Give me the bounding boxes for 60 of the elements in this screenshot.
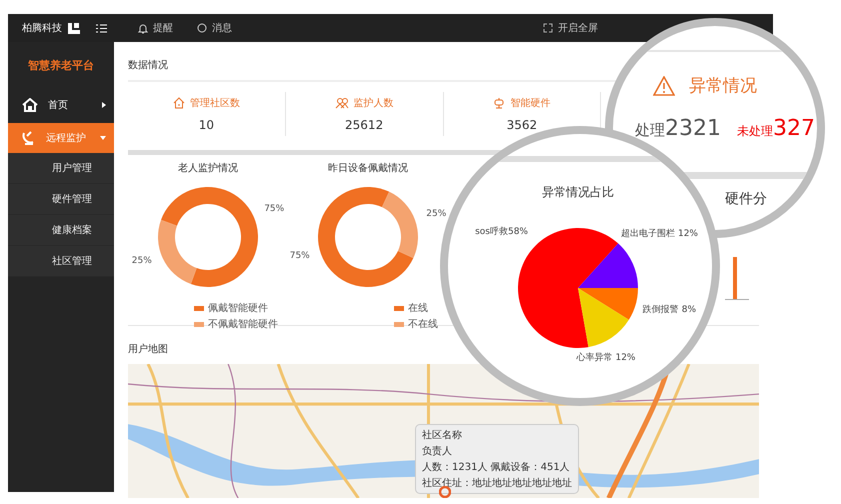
community-name: 社区名称 xyxy=(422,428,463,442)
legend-swatch xyxy=(394,306,404,310)
logo-icon xyxy=(68,22,80,34)
percent-label: 25% xyxy=(426,208,446,219)
sidebar-item[interactable]: 首页 xyxy=(8,87,114,123)
percent-label: 25% xyxy=(132,256,152,266)
stat-label: 智能硬件 xyxy=(510,96,550,110)
legend-swatch xyxy=(394,322,404,326)
menu-icon[interactable] xyxy=(96,24,107,32)
bar-chart-drawing xyxy=(725,255,749,301)
section-title: 数据情况 xyxy=(128,58,168,73)
pending-value: 327 xyxy=(773,116,815,141)
circle-icon xyxy=(197,23,207,33)
chart-title: 老人监护情况 xyxy=(178,162,238,175)
section-title: 用户地图 xyxy=(128,342,168,357)
stat-label: 监护人数 xyxy=(354,96,394,110)
legend-swatch xyxy=(194,322,204,326)
bell-icon xyxy=(138,22,148,34)
people-icon xyxy=(334,97,349,109)
satellite-dish-icon xyxy=(22,131,36,145)
fullscreen-icon xyxy=(543,23,553,33)
percent-label: 75% xyxy=(290,251,310,262)
processed-label: 处理 xyxy=(635,121,665,139)
submenu-item[interactable]: 硬件管理 xyxy=(8,184,114,215)
slice-label: 心率异常 12% xyxy=(576,353,636,363)
alert-title: 异常情况 xyxy=(689,75,757,97)
topbar-link[interactable]: 消息 xyxy=(212,21,232,35)
map-pin-icon[interactable] xyxy=(439,486,451,498)
logo-text: 柏腾科技 xyxy=(22,22,62,35)
legend-label: 不在线 xyxy=(408,318,438,331)
caret-right-icon xyxy=(102,102,106,108)
stat-value: 3562 xyxy=(506,118,538,132)
legend-swatch xyxy=(194,306,204,310)
slice-label: sos呼救58% xyxy=(475,227,528,237)
caret-down-icon xyxy=(100,136,106,140)
chart-title: 昨日设备佩戴情况 xyxy=(328,162,408,175)
chart-title: 硬件分 xyxy=(725,190,767,208)
legend-label: 佩戴智能硬件 xyxy=(208,302,268,315)
house-icon xyxy=(172,97,185,109)
warning-icon xyxy=(653,76,675,96)
legend-label: 不佩戴智能硬件 xyxy=(208,318,278,331)
percent-label: 75% xyxy=(264,204,284,214)
platform-title: 智慧养老平台 xyxy=(27,58,95,74)
home-icon xyxy=(22,98,38,112)
chart-title: 异常情况占比 xyxy=(542,185,614,199)
stat-label: 管理社区数 xyxy=(190,96,240,110)
submenu-item[interactable]: 社区管理 xyxy=(8,246,114,277)
stat-value: 25612 xyxy=(345,118,384,132)
stat-value: 10 xyxy=(198,118,214,132)
legend-label: 在线 xyxy=(408,302,428,315)
processed-value: 2321 xyxy=(665,116,721,141)
slice-label: 跌倒报警 8% xyxy=(642,305,696,315)
submenu-item[interactable]: 健康档案 xyxy=(8,215,114,246)
pending-label: 未处理 xyxy=(737,124,773,138)
count-text: 人数：1231人 佩戴设备：451人 xyxy=(422,460,571,474)
topbar-link[interactable]: 提醒 xyxy=(153,21,173,35)
topbar-link[interactable]: 开启全屏 xyxy=(558,21,598,35)
submenu-item[interactable]: 用户管理 xyxy=(8,153,114,184)
manager-label: 负责人 xyxy=(422,444,453,458)
slice-label: 超出电子围栏 12% xyxy=(620,229,698,239)
